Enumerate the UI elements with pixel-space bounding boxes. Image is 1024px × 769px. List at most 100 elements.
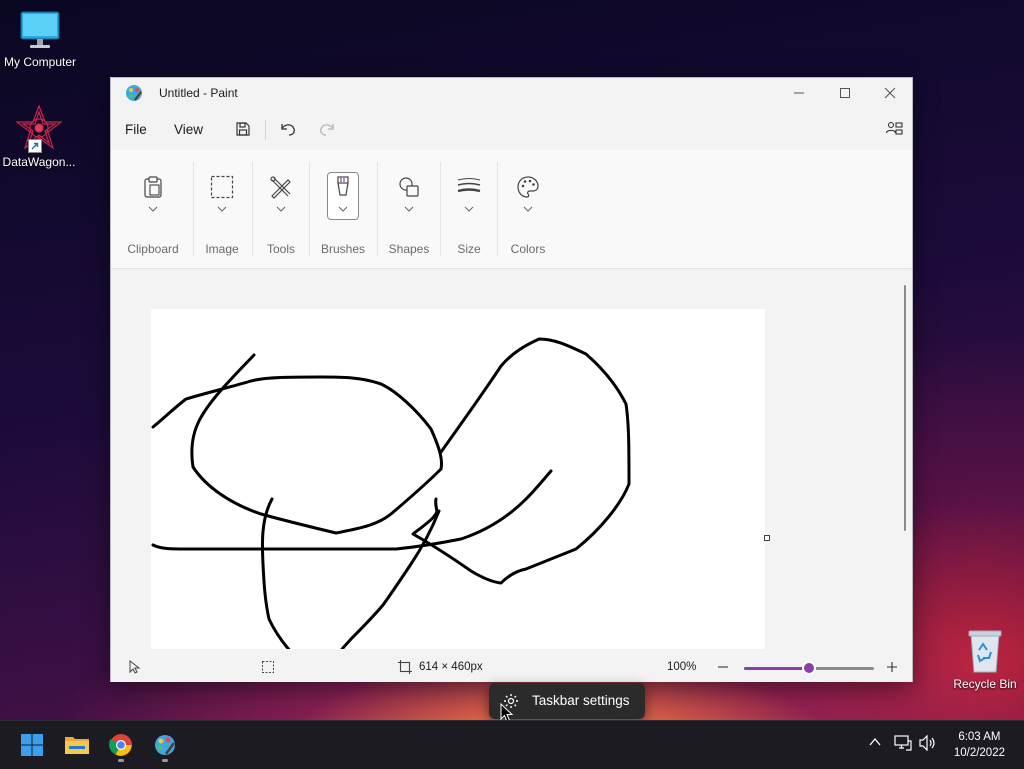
account-button[interactable] — [880, 116, 908, 142]
ribbon-separator — [440, 162, 441, 256]
desktop-icon-datawagon[interactable]: DataWagon... — [0, 104, 79, 169]
ribbon-group-colors[interactable]: Colors — [501, 150, 555, 268]
chevron-down-icon — [276, 206, 286, 212]
ribbon-group-clipboard[interactable]: Clipboard — [123, 150, 183, 268]
paint-icon — [125, 84, 143, 107]
zoom-slider-thumb[interactable] — [804, 663, 814, 673]
running-indicator — [162, 759, 168, 762]
account-icon — [885, 121, 903, 135]
size-icon — [456, 174, 482, 200]
redo-icon — [320, 124, 334, 136]
tooltip-text: Taskbar settings — [532, 693, 630, 708]
vertical-scrollbar[interactable] — [904, 285, 906, 531]
undo-button[interactable] — [274, 116, 302, 142]
palette-icon — [515, 174, 541, 200]
folder-icon — [65, 737, 89, 754]
volume-button[interactable] — [919, 734, 937, 756]
ribbon-group-label: Tools — [266, 242, 295, 256]
save-icon — [236, 122, 250, 136]
network-button[interactable] — [894, 735, 912, 756]
running-indicator — [118, 759, 124, 762]
undo-icon — [281, 124, 295, 136]
menu-view[interactable]: View — [174, 122, 203, 137]
taskbar-clock[interactable]: 6:03 AM 10/2/2022 — [954, 729, 1005, 761]
close-button[interactable] — [867, 78, 913, 108]
ribbon-group-shapes[interactable]: Shapes — [383, 150, 435, 268]
ribbon-group-label: Brushes — [320, 242, 366, 256]
selection-size-icon — [262, 661, 274, 673]
recycle-bin-icon — [965, 628, 1005, 674]
tools-icon — [268, 174, 294, 200]
minimize-button[interactable] — [776, 78, 822, 108]
ribbon-group-label: Colors — [510, 242, 546, 256]
desktop-icon-label: DataWagon... — [2, 155, 76, 169]
desktop-icon-my-computer[interactable]: My Computer — [0, 8, 80, 69]
menu-file[interactable]: File — [125, 122, 147, 137]
monitor-icon — [18, 8, 62, 52]
clipboard-icon — [140, 174, 166, 200]
selection-icon — [209, 174, 235, 200]
plus-icon — [887, 662, 897, 672]
canvas-workspace — [111, 269, 912, 649]
close-icon — [884, 87, 896, 99]
canvas-size-text: 614 × 460px — [419, 661, 483, 673]
menu-bar: File View — [111, 110, 912, 146]
chevron-up-icon — [869, 737, 881, 746]
windows-logo-icon — [21, 734, 43, 756]
status-bar: 614 × 460px 100% — [111, 653, 912, 682]
show-hidden-icons-button[interactable] — [868, 735, 882, 754]
chevron-down-icon — [523, 206, 533, 212]
shortcut-arrow-icon — [28, 139, 42, 153]
ribbon-separator — [193, 162, 194, 256]
network-icon — [894, 735, 912, 751]
save-button[interactable] — [229, 116, 257, 142]
title-bar[interactable]: Untitled - Paint — [111, 78, 912, 108]
ribbon-separator — [377, 162, 378, 256]
speaker-icon — [919, 734, 935, 752]
brush-icon — [330, 174, 356, 200]
chevron-down-icon — [338, 206, 348, 212]
chrome-button[interactable] — [105, 729, 137, 761]
maximize-icon — [840, 88, 850, 98]
chevron-down-icon — [404, 206, 414, 212]
desktop-icon-label: My Computer — [3, 55, 77, 69]
ribbon-group-size[interactable]: Size — [444, 150, 494, 268]
menu-separator — [265, 120, 266, 140]
paint-window: Untitled - Paint File View Clipboard Ima… — [110, 77, 913, 682]
ribbon-separator — [497, 162, 498, 256]
file-explorer-button[interactable] — [61, 729, 93, 761]
ribbon-separator — [252, 162, 253, 256]
zoom-slider[interactable] — [744, 663, 874, 673]
ribbon-group-image[interactable]: Image — [197, 150, 247, 268]
ribbon-group-tools[interactable]: Tools — [256, 150, 306, 268]
clock-date: 10/2/2022 — [953, 747, 1005, 759]
canvas-size-icon — [398, 660, 412, 674]
chevron-down-icon — [464, 206, 474, 212]
paint-taskbar-button[interactable] — [149, 729, 181, 761]
ribbon-separator — [309, 162, 310, 256]
freehand-drawing — [151, 337, 631, 649]
chevron-down-icon — [148, 206, 158, 212]
canvas-resize-handle[interactable] — [764, 535, 770, 541]
redo-button[interactable] — [313, 116, 341, 142]
zoom-out-button[interactable] — [715, 659, 731, 675]
paint-icon — [155, 735, 176, 755]
drawing-canvas[interactable] — [151, 309, 765, 649]
window-title: Untitled - Paint — [159, 86, 238, 100]
desktop-icon-label: Recycle Bin — [953, 677, 1017, 691]
ribbon-group-label: Shapes — [388, 242, 430, 256]
ribbon-group-label: Clipboard — [127, 242, 179, 256]
ribbon-group-brushes[interactable]: Brushes — [315, 150, 371, 268]
zoom-in-button[interactable] — [884, 659, 900, 675]
shapes-icon — [396, 174, 422, 200]
maximize-button[interactable] — [822, 78, 868, 108]
taskbar: 6:03 AM 10/2/2022 — [0, 720, 1024, 769]
ribbon-group-label: Image — [205, 242, 239, 256]
start-button[interactable] — [16, 729, 48, 761]
datawagon-icon — [15, 104, 63, 153]
desktop-icon-recycle-bin[interactable]: Recycle Bin — [945, 628, 1024, 691]
chevron-down-icon — [217, 206, 227, 212]
ribbon-group-label: Size — [457, 242, 481, 256]
minimize-icon — [794, 92, 804, 94]
zoom-percent[interactable]: 100% — [667, 661, 696, 673]
